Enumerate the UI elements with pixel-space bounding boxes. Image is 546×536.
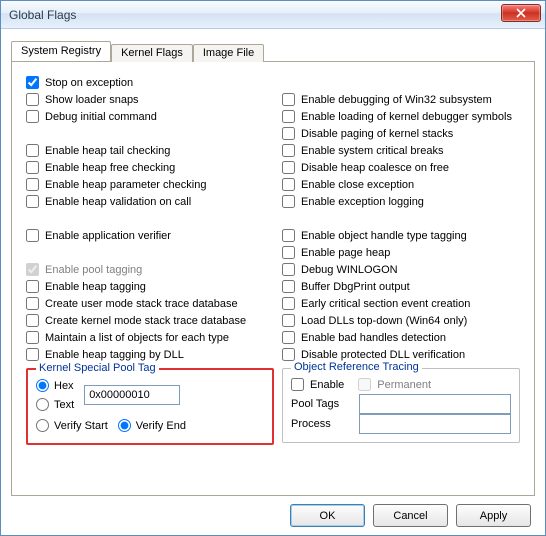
chk-close-exception[interactable]: Enable close exception — [282, 176, 520, 193]
input-process[interactable] — [359, 414, 511, 434]
chk-debug-winlogon-box[interactable] — [282, 263, 295, 276]
chk-buffer-dbgprint-box[interactable] — [282, 280, 295, 293]
titlebar: Global Flags — [1, 1, 545, 29]
radio-text[interactable]: Text — [36, 395, 74, 414]
chk-pool-tagging-box — [26, 263, 39, 276]
tab-kernel-flags[interactable]: Kernel Flags — [111, 44, 193, 62]
right-column: Enable debugging of Win32 subsystem Enab… — [282, 74, 520, 445]
chk-load-dlls-top-down[interactable]: Load DLLs top-down (Win64 only) — [282, 312, 520, 329]
chk-debug-win32-subsystem-box[interactable] — [282, 93, 295, 106]
cancel-button[interactable]: Cancel — [373, 504, 448, 527]
client-area: System Registry Kernel Flags Image File … — [1, 29, 545, 535]
chk-page-heap[interactable]: Enable page heap — [282, 244, 520, 261]
chk-bad-handles-detection-box[interactable] — [282, 331, 295, 344]
chk-user-stack-trace-db-box[interactable] — [26, 297, 39, 310]
chk-disable-paging-kernel-stacks[interactable]: Disable paging of kernel stacks — [282, 125, 520, 142]
chk-load-kernel-debugger-symbols-box[interactable] — [282, 110, 295, 123]
chk-system-critical-breaks[interactable]: Enable system critical breaks — [282, 142, 520, 159]
chk-load-dlls-top-down-box[interactable] — [282, 314, 295, 327]
chk-heap-tagging-by-dll-box[interactable] — [26, 348, 39, 361]
chk-heap-tagging-by-dll[interactable]: Enable heap tagging by DLL — [26, 346, 274, 363]
group-kernel-special-pool-tag: Kernel Special Pool Tag Hex Text Verify … — [26, 368, 274, 445]
window-title: Global Flags — [9, 8, 76, 22]
chk-early-critical-section-box[interactable] — [282, 297, 295, 310]
chk-page-heap-box[interactable] — [282, 246, 295, 259]
chk-stop-on-exception-box[interactable] — [26, 76, 39, 89]
chk-heap-tagging[interactable]: Enable heap tagging — [26, 278, 274, 295]
label-pool-tags: Pool Tags — [291, 398, 353, 410]
radio-verify-start[interactable]: Verify Start — [36, 416, 108, 435]
chk-heap-validation-on-call[interactable]: Enable heap validation on call — [26, 193, 274, 210]
chk-heap-tagging-box[interactable] — [26, 280, 39, 293]
group-object-reference-tracing: Object Reference Tracing Enable Permanen… — [282, 368, 520, 443]
chk-exception-logging-box[interactable] — [282, 195, 295, 208]
chk-show-loader-snaps[interactable]: Show loader snaps — [26, 91, 274, 108]
chk-heap-tail-checking-box[interactable] — [26, 144, 39, 157]
pool-tag-input[interactable] — [84, 385, 180, 405]
chk-ort-permanent: Permanent — [358, 376, 431, 393]
radio-hex-input[interactable] — [36, 379, 49, 392]
chk-show-loader-snaps-box[interactable] — [26, 93, 39, 106]
window-frame: Global Flags System Registry Kernel Flag… — [0, 0, 546, 536]
chk-heap-parameter-checking-box[interactable] — [26, 178, 39, 191]
apply-button[interactable]: Apply — [456, 504, 531, 527]
tab-panel: Stop on exception Show loader snaps Debu… — [11, 61, 535, 496]
chk-early-critical-section[interactable]: Early critical section event creation — [282, 295, 520, 312]
chk-application-verifier-box[interactable] — [26, 229, 39, 242]
radio-verify-end-input[interactable] — [118, 419, 131, 432]
chk-heap-free-checking-box[interactable] — [26, 161, 39, 174]
tab-image-file[interactable]: Image File — [193, 44, 264, 62]
chk-exception-logging[interactable]: Enable exception logging — [282, 193, 520, 210]
chk-bad-handles-detection[interactable]: Enable bad handles detection — [282, 329, 520, 346]
tabstrip: System Registry Kernel Flags Image File — [11, 39, 535, 61]
close-button[interactable] — [501, 4, 541, 22]
chk-disable-protected-dll-verification-box[interactable] — [282, 348, 295, 361]
dialog-button-row: OK Cancel Apply — [11, 496, 535, 527]
chk-stop-on-exception[interactable]: Stop on exception — [26, 74, 274, 91]
chk-heap-parameter-checking[interactable]: Enable heap parameter checking — [26, 176, 274, 193]
radio-verify-end[interactable]: Verify End — [118, 416, 186, 435]
chk-load-kernel-debugger-symbols[interactable]: Enable loading of kernel debugger symbol… — [282, 108, 520, 125]
group-legend-pool-tag: Kernel Special Pool Tag — [36, 362, 159, 374]
chk-ort-enable[interactable]: Enable — [291, 376, 344, 393]
chk-debug-initial-command-box[interactable] — [26, 110, 39, 123]
chk-heap-tail-checking[interactable]: Enable heap tail checking — [26, 142, 274, 159]
chk-ort-permanent-box — [358, 378, 371, 391]
chk-debug-winlogon[interactable]: Debug WINLOGON — [282, 261, 520, 278]
chk-kernel-stack-trace-db[interactable]: Create kernel mode stack trace database — [26, 312, 274, 329]
label-process: Process — [291, 418, 353, 430]
chk-object-handle-type-tagging-box[interactable] — [282, 229, 295, 242]
chk-maintain-object-list[interactable]: Maintain a list of objects for each type — [26, 329, 274, 346]
radio-hex[interactable]: Hex — [36, 376, 74, 395]
chk-close-exception-box[interactable] — [282, 178, 295, 191]
chk-kernel-stack-trace-db-box[interactable] — [26, 314, 39, 327]
chk-buffer-dbgprint[interactable]: Buffer DbgPrint output — [282, 278, 520, 295]
chk-system-critical-breaks-box[interactable] — [282, 144, 295, 157]
chk-heap-validation-on-call-box[interactable] — [26, 195, 39, 208]
chk-maintain-object-list-box[interactable] — [26, 331, 39, 344]
chk-disable-heap-coalesce-box[interactable] — [282, 161, 295, 174]
chk-pool-tagging: Enable pool tagging — [26, 261, 274, 278]
chk-debug-win32-subsystem[interactable]: Enable debugging of Win32 subsystem — [282, 91, 520, 108]
input-pool-tags[interactable] — [359, 394, 511, 414]
group-legend-ort: Object Reference Tracing — [291, 361, 422, 373]
left-column: Stop on exception Show loader snaps Debu… — [26, 74, 274, 445]
radio-verify-start-input[interactable] — [36, 419, 49, 432]
radio-text-input[interactable] — [36, 398, 49, 411]
tab-system-registry[interactable]: System Registry — [11, 41, 111, 61]
close-icon — [516, 8, 526, 18]
chk-disable-heap-coalesce[interactable]: Disable heap coalesce on free — [282, 159, 520, 176]
chk-application-verifier[interactable]: Enable application verifier — [26, 227, 274, 244]
chk-debug-initial-command[interactable]: Debug initial command — [26, 108, 274, 125]
chk-user-stack-trace-db[interactable]: Create user mode stack trace database — [26, 295, 274, 312]
chk-ort-enable-box[interactable] — [291, 378, 304, 391]
chk-object-handle-type-tagging[interactable]: Enable object handle type tagging — [282, 227, 520, 244]
chk-heap-free-checking[interactable]: Enable heap free checking — [26, 159, 274, 176]
ok-button[interactable]: OK — [290, 504, 365, 527]
chk-disable-paging-kernel-stacks-box[interactable] — [282, 127, 295, 140]
